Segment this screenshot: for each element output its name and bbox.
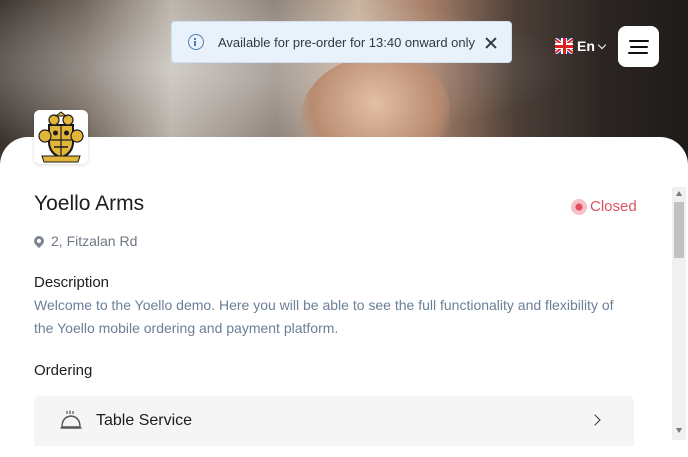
hamburger-menu-icon bbox=[629, 40, 649, 42]
venue-name: Yoello Arms bbox=[34, 192, 145, 215]
language-selector[interactable]: En bbox=[555, 38, 607, 54]
status-dot-icon bbox=[571, 198, 587, 215]
scroll-up-arrow-icon[interactable] bbox=[676, 191, 682, 196]
ordering-heading: Ordering bbox=[34, 362, 93, 379]
ordering-option-table-service[interactable]: Table Service bbox=[34, 396, 634, 446]
description-text: Welcome to the Yoello demo. Here you wil… bbox=[34, 297, 614, 336]
chevron-right-icon bbox=[589, 414, 601, 426]
ordering-option-label: Table Service bbox=[96, 412, 193, 429]
map-pin-icon bbox=[31, 233, 47, 249]
menu-button[interactable] bbox=[618, 26, 659, 67]
uk-flag-icon bbox=[555, 38, 573, 54]
close-icon[interactable] bbox=[483, 35, 499, 51]
venue-logo bbox=[34, 110, 88, 164]
status-text: Closed bbox=[590, 198, 637, 215]
preorder-notice: Available for pre-order for 13:40 onward… bbox=[171, 21, 512, 63]
status-badge: Closed bbox=[571, 198, 637, 215]
description-heading: Description bbox=[34, 274, 110, 291]
chevron-down-icon bbox=[597, 40, 607, 49]
cloche-icon bbox=[60, 410, 82, 429]
venue-address: 2, Fitzalan Rd bbox=[31, 233, 138, 249]
scrollbar-thumb[interactable] bbox=[674, 202, 684, 258]
info-icon bbox=[188, 34, 204, 50]
language-label: En bbox=[577, 38, 595, 54]
address-text: 2, Fitzalan Rd bbox=[51, 233, 138, 249]
notice-message: Available for pre-order for 13:40 onward… bbox=[218, 34, 476, 50]
scroll-down-arrow-icon[interactable] bbox=[676, 428, 682, 433]
